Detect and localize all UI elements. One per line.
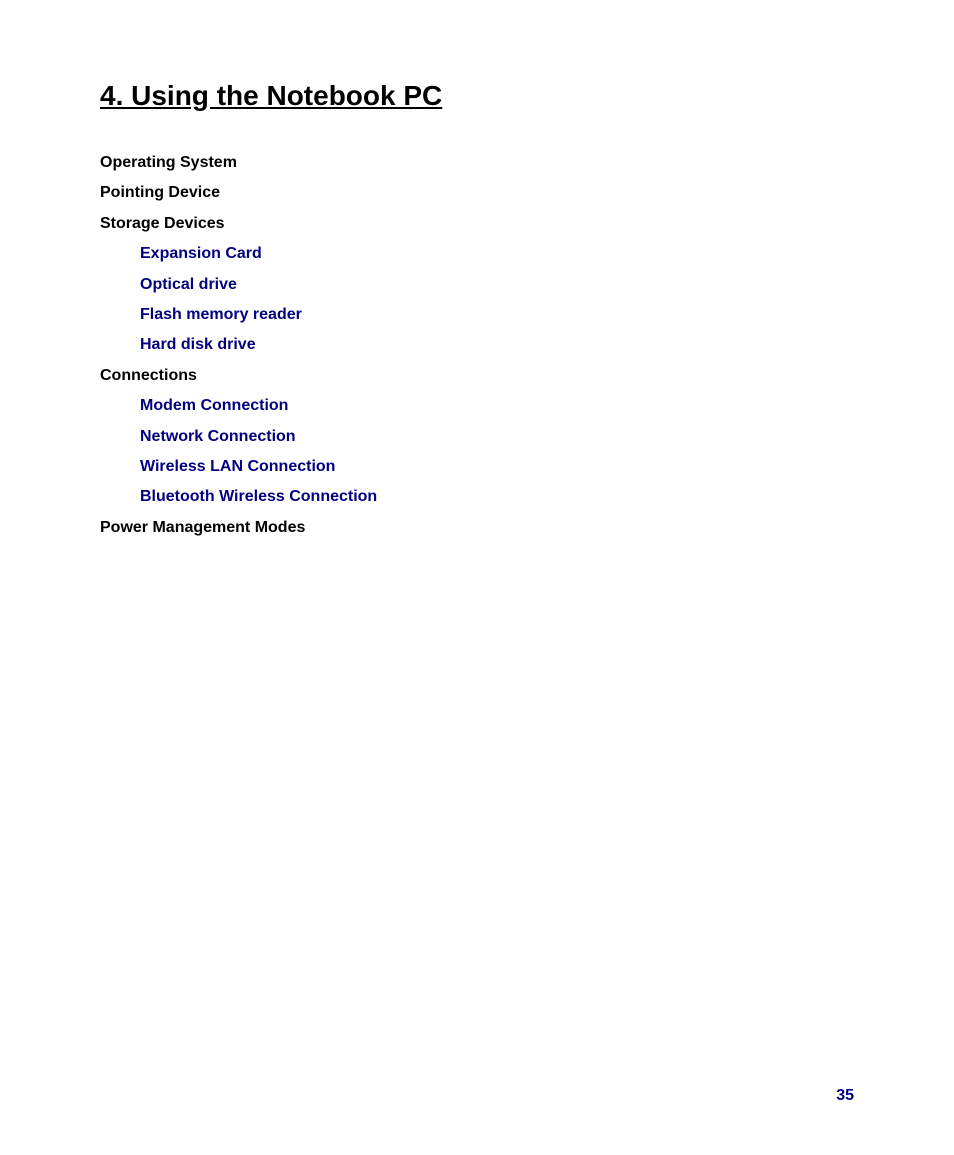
toc-item-flash-memory-reader[interactable]: Flash memory reader bbox=[100, 300, 854, 330]
toc-item-operating-system[interactable]: Operating System bbox=[100, 148, 854, 178]
toc-item-modem-connection[interactable]: Modem Connection bbox=[100, 391, 854, 421]
table-of-contents: Operating System Pointing Device Storage… bbox=[100, 148, 854, 543]
page: 4. Using the Notebook PC Operating Syste… bbox=[0, 0, 954, 1155]
toc-item-storage-devices[interactable]: Storage Devices bbox=[100, 209, 854, 239]
toc-item-wireless-lan-connection[interactable]: Wireless LAN Connection bbox=[100, 452, 854, 482]
toc-item-expansion-card[interactable]: Expansion Card bbox=[100, 239, 854, 269]
page-number: 35 bbox=[836, 1087, 854, 1105]
toc-item-pointing-device[interactable]: Pointing Device bbox=[100, 178, 854, 208]
toc-item-power-management-modes[interactable]: Power Management Modes bbox=[100, 513, 854, 543]
chapter-title: 4. Using the Notebook PC bbox=[100, 80, 854, 112]
toc-item-connections[interactable]: Connections bbox=[100, 361, 854, 391]
toc-item-bluetooth-wireless-connection[interactable]: Bluetooth Wireless Connection bbox=[100, 482, 854, 512]
toc-item-optical-drive[interactable]: Optical drive bbox=[100, 270, 854, 300]
toc-item-hard-disk-drive[interactable]: Hard disk drive bbox=[100, 330, 854, 360]
toc-item-network-connection[interactable]: Network Connection bbox=[100, 422, 854, 452]
